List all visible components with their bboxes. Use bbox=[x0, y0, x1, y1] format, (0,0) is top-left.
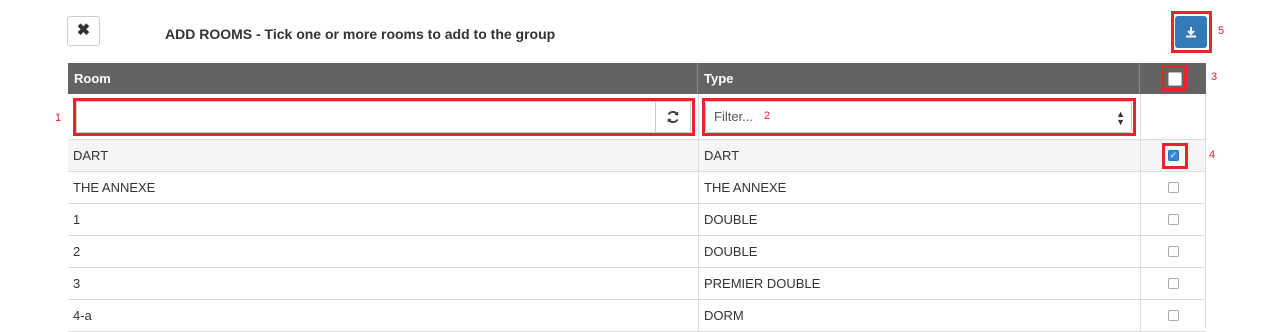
annotation-label: 2 bbox=[764, 110, 771, 122]
room-cell: 4-a bbox=[73, 308, 92, 323]
table-row[interactable]: 2 DOUBLE bbox=[68, 236, 1206, 268]
room-cell: 2 bbox=[73, 244, 81, 259]
type-filter-placeholder: Filter... bbox=[714, 109, 754, 124]
row-checkbox[interactable] bbox=[1168, 310, 1179, 321]
row-checkbox[interactable] bbox=[1168, 246, 1179, 257]
room-list: DART DART ✓ THE ANNEXE THE ANNEXE 1 DOUB… bbox=[68, 140, 1206, 332]
table-row[interactable]: DART DART ✓ bbox=[68, 140, 1206, 172]
row-checkbox[interactable] bbox=[1168, 278, 1179, 289]
divider bbox=[1140, 94, 1141, 139]
type-cell: PREMIER DOUBLE bbox=[704, 276, 821, 291]
table-row[interactable]: THE ANNEXE THE ANNEXE bbox=[68, 172, 1206, 204]
room-search-input[interactable] bbox=[76, 101, 655, 133]
room-cell: 1 bbox=[73, 212, 81, 227]
page-title: ADD ROOMS - Tick one or more rooms to ad… bbox=[165, 26, 556, 42]
grid-right-border bbox=[1205, 94, 1206, 328]
select-all-checkbox[interactable] bbox=[1168, 72, 1182, 86]
row-checkbox[interactable]: ✓ bbox=[1168, 150, 1179, 161]
divider bbox=[698, 94, 699, 139]
column-header-room[interactable]: Room bbox=[68, 63, 698, 94]
annotation-label: 5 bbox=[1218, 25, 1225, 37]
column-header-type[interactable]: Type bbox=[698, 63, 1140, 94]
room-cell: 3 bbox=[73, 276, 81, 291]
download-icon bbox=[1186, 27, 1196, 38]
room-cell: THE ANNEXE bbox=[73, 180, 156, 195]
row-checkbox[interactable] bbox=[1168, 214, 1179, 225]
table-row[interactable]: 3 PREMIER DOUBLE bbox=[68, 268, 1206, 300]
annotation-label: 4 bbox=[1209, 149, 1216, 161]
annotation-label: 3 bbox=[1211, 71, 1218, 83]
grid-header: Room Type bbox=[68, 63, 1206, 94]
type-cell: DORM bbox=[704, 308, 744, 323]
room-cell: DART bbox=[73, 148, 109, 163]
annotation-label: 1 bbox=[55, 112, 62, 124]
table-row[interactable]: 1 DOUBLE bbox=[68, 204, 1206, 236]
refresh-button[interactable] bbox=[655, 101, 691, 133]
row-checkbox[interactable] bbox=[1168, 182, 1179, 193]
type-cell: THE ANNEXE bbox=[704, 180, 787, 195]
type-cell: DOUBLE bbox=[704, 212, 758, 227]
type-cell: DOUBLE bbox=[704, 244, 758, 259]
table-row[interactable]: 4-a DORM bbox=[68, 300, 1206, 332]
select-arrows-icon: ▲ ▼ bbox=[1116, 109, 1125, 127]
add-rooms-download-button[interactable] bbox=[1175, 16, 1207, 48]
close-button[interactable]: ✖ bbox=[67, 16, 100, 46]
type-cell: DART bbox=[704, 148, 740, 163]
refresh-icon bbox=[667, 111, 679, 123]
close-icon: ✖ bbox=[76, 22, 91, 39]
